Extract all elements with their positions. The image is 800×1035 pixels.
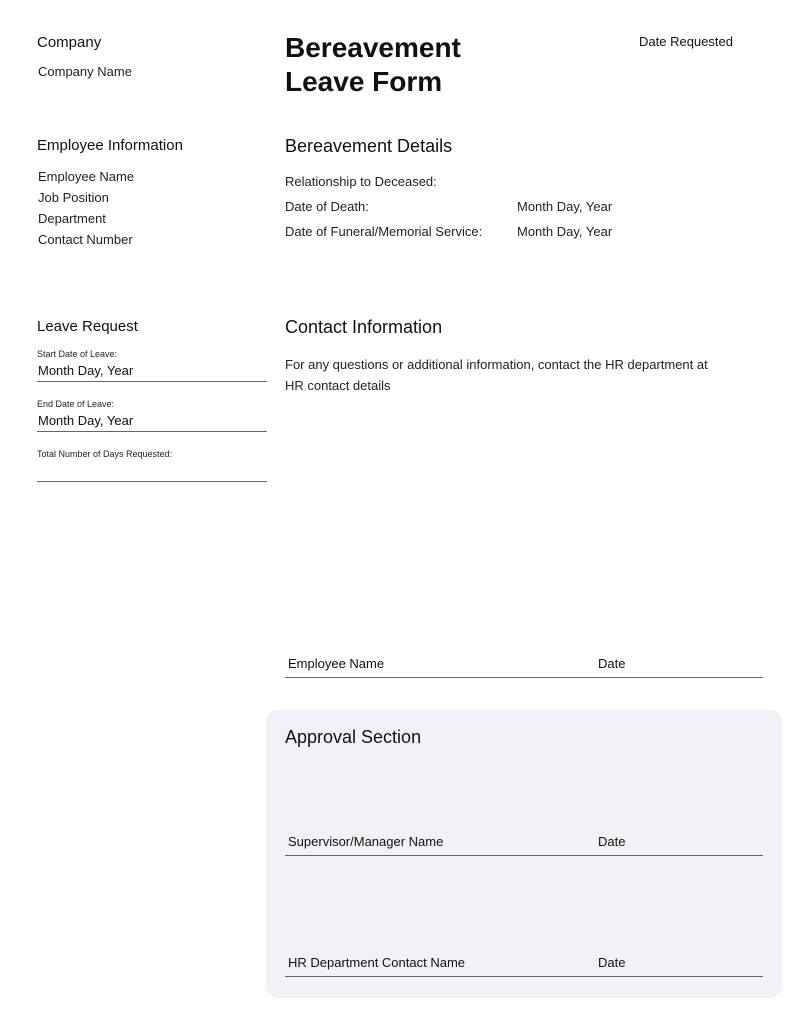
contact-number-field[interactable]: Contact Number	[38, 229, 134, 250]
bereavement-details-heading: Bereavement Details	[285, 136, 453, 156]
contact-info-text: For any questions or additional informat…	[285, 354, 708, 396]
start-date-label: Start Date of Leave:	[37, 349, 118, 359]
total-days-field[interactable]	[37, 462, 267, 482]
date-of-death-value[interactable]: Month Day, Year	[517, 199, 612, 214]
total-days-label: Total Number of Days Requested:	[37, 449, 173, 459]
employee-signature-label: Employee Name	[288, 656, 385, 671]
supervisor-signature-line[interactable]: Supervisor/Manager Name Date	[285, 831, 763, 856]
form-title: Bereavement Leave Form	[285, 31, 461, 99]
end-date-value: Month Day, Year	[38, 413, 134, 428]
end-date-label: End Date of Leave:	[37, 399, 115, 409]
hr-date-label: Date	[598, 955, 626, 970]
end-date-field[interactable]: Month Day, Year	[37, 412, 267, 432]
approval-heading: Approval Section	[285, 727, 422, 747]
contact-info-heading: Contact Information	[285, 317, 443, 337]
start-date-field[interactable]: Month Day, Year	[37, 362, 267, 382]
start-date-value: Month Day, Year	[38, 363, 134, 378]
date-requested-label[interactable]: Date Requested	[639, 34, 733, 49]
job-position-field[interactable]: Job Position	[38, 187, 134, 208]
employee-name-field[interactable]: Employee Name	[38, 166, 134, 187]
form-title-line1: Bereavement	[285, 32, 461, 63]
form-title-line2: Leave Form	[285, 66, 443, 97]
employee-signature-date-label: Date	[598, 656, 626, 671]
company-heading: Company	[37, 34, 102, 51]
relationship-label: Relationship to Deceased:	[285, 174, 437, 189]
department-field[interactable]: Department	[38, 208, 134, 229]
funeral-date-label: Date of Funeral/Memorial Service:	[285, 224, 483, 239]
supervisor-name-label: Supervisor/Manager Name	[288, 834, 444, 849]
supervisor-date-label: Date	[598, 834, 626, 849]
employee-signature-line[interactable]: Employee Name Date	[285, 652, 763, 678]
date-of-death-label: Date of Death:	[285, 199, 369, 214]
company-name[interactable]: Company Name	[38, 64, 132, 79]
hr-contact-name-label: HR Department Contact Name	[288, 955, 466, 970]
funeral-date-value[interactable]: Month Day, Year	[517, 224, 612, 239]
leave-request-heading: Leave Request	[37, 318, 138, 335]
employee-info-heading: Employee Information	[37, 137, 183, 154]
hr-signature-line[interactable]: HR Department Contact Name Date	[285, 952, 763, 977]
hr-contact-details[interactable]: HR contact details	[285, 375, 708, 396]
contact-info-line1: For any questions or additional informat…	[285, 357, 708, 372]
employee-info-list: Employee Name Job Position Department Co…	[38, 166, 134, 250]
